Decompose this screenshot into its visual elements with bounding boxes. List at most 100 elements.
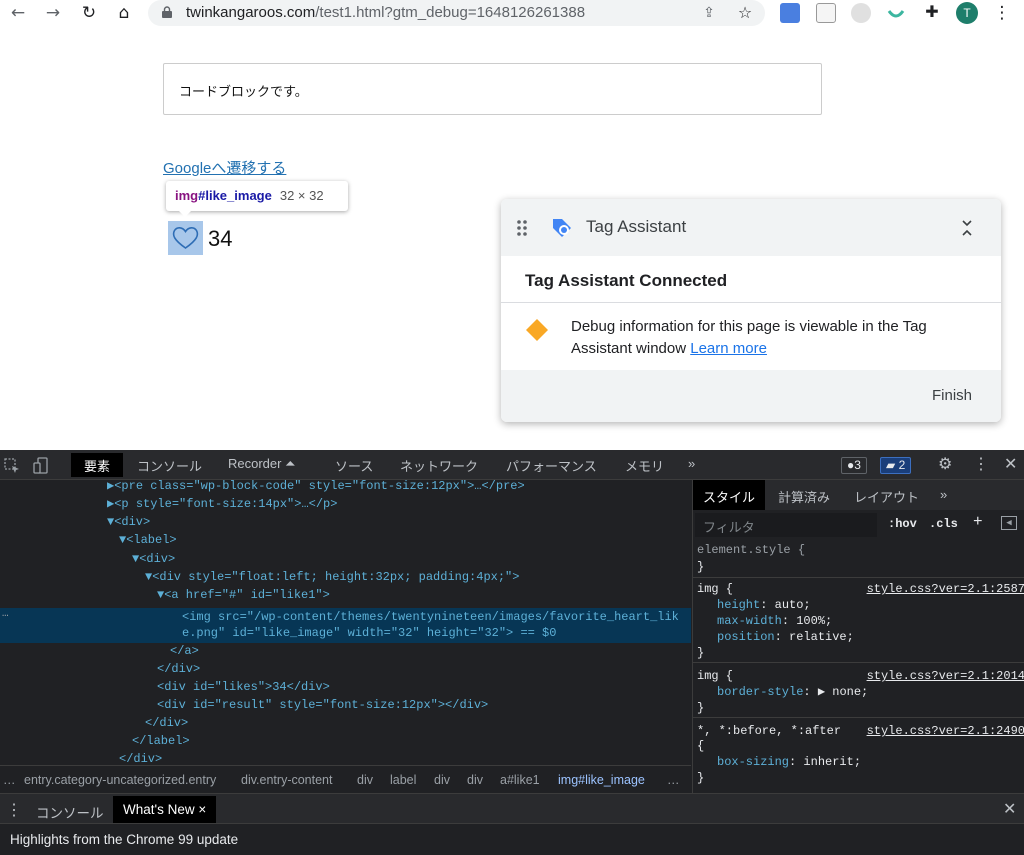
dom-line-selected-cont[interactable]: e.png" id="like_image" width="32" height… [182,624,556,642]
rule-selector[interactable]: img { [697,669,733,684]
drag-handle-icon[interactable] [516,219,528,237]
more-style-tabs[interactable]: » [940,487,947,502]
grammar-extension-icon[interactable] [816,3,836,23]
more-menu-icon[interactable]: ⋮ [992,3,1012,23]
code-block: コードブロックです。 [163,63,822,115]
messages-badge[interactable]: ▰ 2 [880,457,912,474]
drawer-tab-whats-new[interactable]: What's New × [113,796,217,823]
node-ellipsis[interactable]: … [2,608,9,620]
dom-line[interactable]: ▼<div> [107,513,150,531]
dom-line[interactable]: </a> [170,642,199,660]
puzzle-icon[interactable]: ✚ [922,3,942,23]
settings-gear-icon[interactable]: ⚙ [938,454,952,474]
hov-toggle[interactable]: :hov [888,517,917,531]
google-link[interactable]: Googleへ遷移する [163,157,286,178]
tag-assistant-header: Tag Assistant [501,199,1001,256]
devtools-menu-icon[interactable]: ⋮ [973,454,989,474]
dom-line[interactable]: </div> [145,714,188,732]
cls-toggle[interactable]: .cls [929,517,958,531]
styles-tabbar: スタイル 計算済み レイアウト » [693,480,1024,510]
breadcrumb-item[interactable]: div.entry-content [241,773,332,787]
breadcrumb-more[interactable]: … [3,773,16,787]
dom-line[interactable]: </div> [119,750,162,765]
close-devtools-icon[interactable]: ✕ [1004,454,1017,474]
device-toolbar-icon[interactable] [33,457,49,474]
rule-selector[interactable]: *, *:before, *:after [697,724,841,739]
tag-assistant-footer: Finish [501,370,1001,422]
style-rule: img { style.css?ver=2.1:2014 border-styl… [693,663,1024,718]
styles-filter-input[interactable]: フィルタ [695,513,877,537]
forward-icon[interactable]: → [43,3,63,23]
rule-close-brace: } [697,646,705,660]
tab-computed[interactable]: 計算済み [778,487,830,506]
finish-button[interactable]: Finish [932,387,972,404]
tooltip-arrow [178,210,192,217]
extension-icon[interactable] [851,3,871,23]
dom-line[interactable]: <div id="likes">34</div> [157,678,330,696]
drawer-tab-console[interactable]: コンソール [36,802,104,822]
tab-recorder[interactable]: Recorder ⏶ [228,456,295,472]
inspect-tooltip: img#like_image 32 × 32 [166,181,348,211]
dom-line[interactable]: ▶<pre class="wp-block-code" style="font-… [107,480,525,495]
dom-line[interactable]: ▼<a href="#" id="like1"> [157,586,330,604]
lock-icon [162,6,172,18]
rule-source-link[interactable]: style.css?ver=2.1:2490 [867,724,1024,738]
css-property[interactable]: max-width: 100%; [717,614,832,629]
close-drawer-icon[interactable]: ✕ [1003,799,1016,819]
css-property[interactable]: position: relative; [717,630,854,645]
url-text: twinkangaroos.com/test1.html?gtm_debug=1… [186,4,586,21]
breadcrumb-item[interactable]: label [390,773,416,787]
tab-styles[interactable]: スタイル [693,480,766,510]
issues-badge[interactable]: ●3 [841,457,867,474]
sidebar-toggle-icon[interactable]: ◀ [1001,516,1017,530]
profile-avatar[interactable]: T [956,2,978,24]
reload-icon[interactable]: ↻ [79,3,99,23]
dom-line[interactable]: ▼<label> [119,531,177,549]
dom-line[interactable]: <div id="result" style="font-size:12px">… [157,696,488,714]
tab-memory[interactable]: メモリ [625,456,664,475]
rule-close-brace: } [697,771,705,785]
new-rule-icon[interactable]: + [973,513,983,531]
dom-line[interactable]: </div> [157,660,200,678]
css-property[interactable]: box-sizing: inherit; [717,755,861,770]
breadcrumb-more[interactable]: … [667,773,680,787]
address-bar[interactable]: twinkangaroos.com/test1.html?gtm_debug=1… [148,0,765,26]
css-property[interactable]: border-style: ▶ none; [717,685,868,700]
rule-source-link[interactable]: style.css?ver=2.1:2587 [867,582,1024,596]
rule-source-link[interactable]: style.css?ver=2.1:2014 [867,669,1024,683]
more-tabs-button[interactable]: » [688,456,695,471]
css-property[interactable]: height: auto; [717,598,811,613]
breadcrumb-item[interactable]: div [467,773,483,787]
learn-more-link[interactable]: Learn more [690,340,767,357]
tab-sources[interactable]: ソース [335,456,373,475]
tab-network[interactable]: ネットワーク [400,456,478,475]
back-icon[interactable]: ← [8,3,28,23]
tab-console[interactable]: コンソール [137,456,202,475]
breadcrumb-item[interactable]: div [434,773,450,787]
translate-extension-icon[interactable] [780,3,800,23]
tab-layout[interactable]: レイアウト [854,487,919,506]
dom-line[interactable]: </label> [132,732,190,750]
inspect-element-icon[interactable] [4,458,20,474]
style-rule: *, *:before, *:after style.css?ver=2.1:2… [693,718,1024,793]
collapse-icon[interactable] [961,219,973,237]
drawer-menu-icon[interactable]: ⋮ [6,800,22,820]
tab-performance[interactable]: パフォーマンス [506,456,597,475]
dom-line[interactable]: ▶<p style="font-size:14px">…</p> [107,495,337,513]
breadcrumb-item-active[interactable]: img#like_image [558,773,645,787]
share-icon[interactable]: ⇪ [699,3,719,23]
breadcrumb-item[interactable]: entry.category-uncategorized.entry [24,773,216,787]
like-image[interactable] [168,221,203,255]
rule-close-brace: } [697,701,705,715]
rule-selector[interactable]: img { [697,582,733,597]
home-icon[interactable]: ⌂ [114,3,134,23]
dom-line[interactable]: ▼<div> [132,550,175,568]
dom-line[interactable]: ▼<div style="float:left; height:32px; pa… [145,568,519,586]
elements-panel[interactable]: … ▶<pre class="wp-block-code" style="fon… [0,480,691,765]
tab-elements[interactable]: 要素 [71,453,124,477]
rule-selector[interactable]: element.style { [697,543,805,558]
breadcrumb-item[interactable]: div [357,773,373,787]
tag-assistant-extension-icon[interactable] [886,3,906,23]
breadcrumb-item[interactable]: a#like1 [500,773,540,787]
bookmark-star-icon[interactable]: ☆ [735,3,755,23]
